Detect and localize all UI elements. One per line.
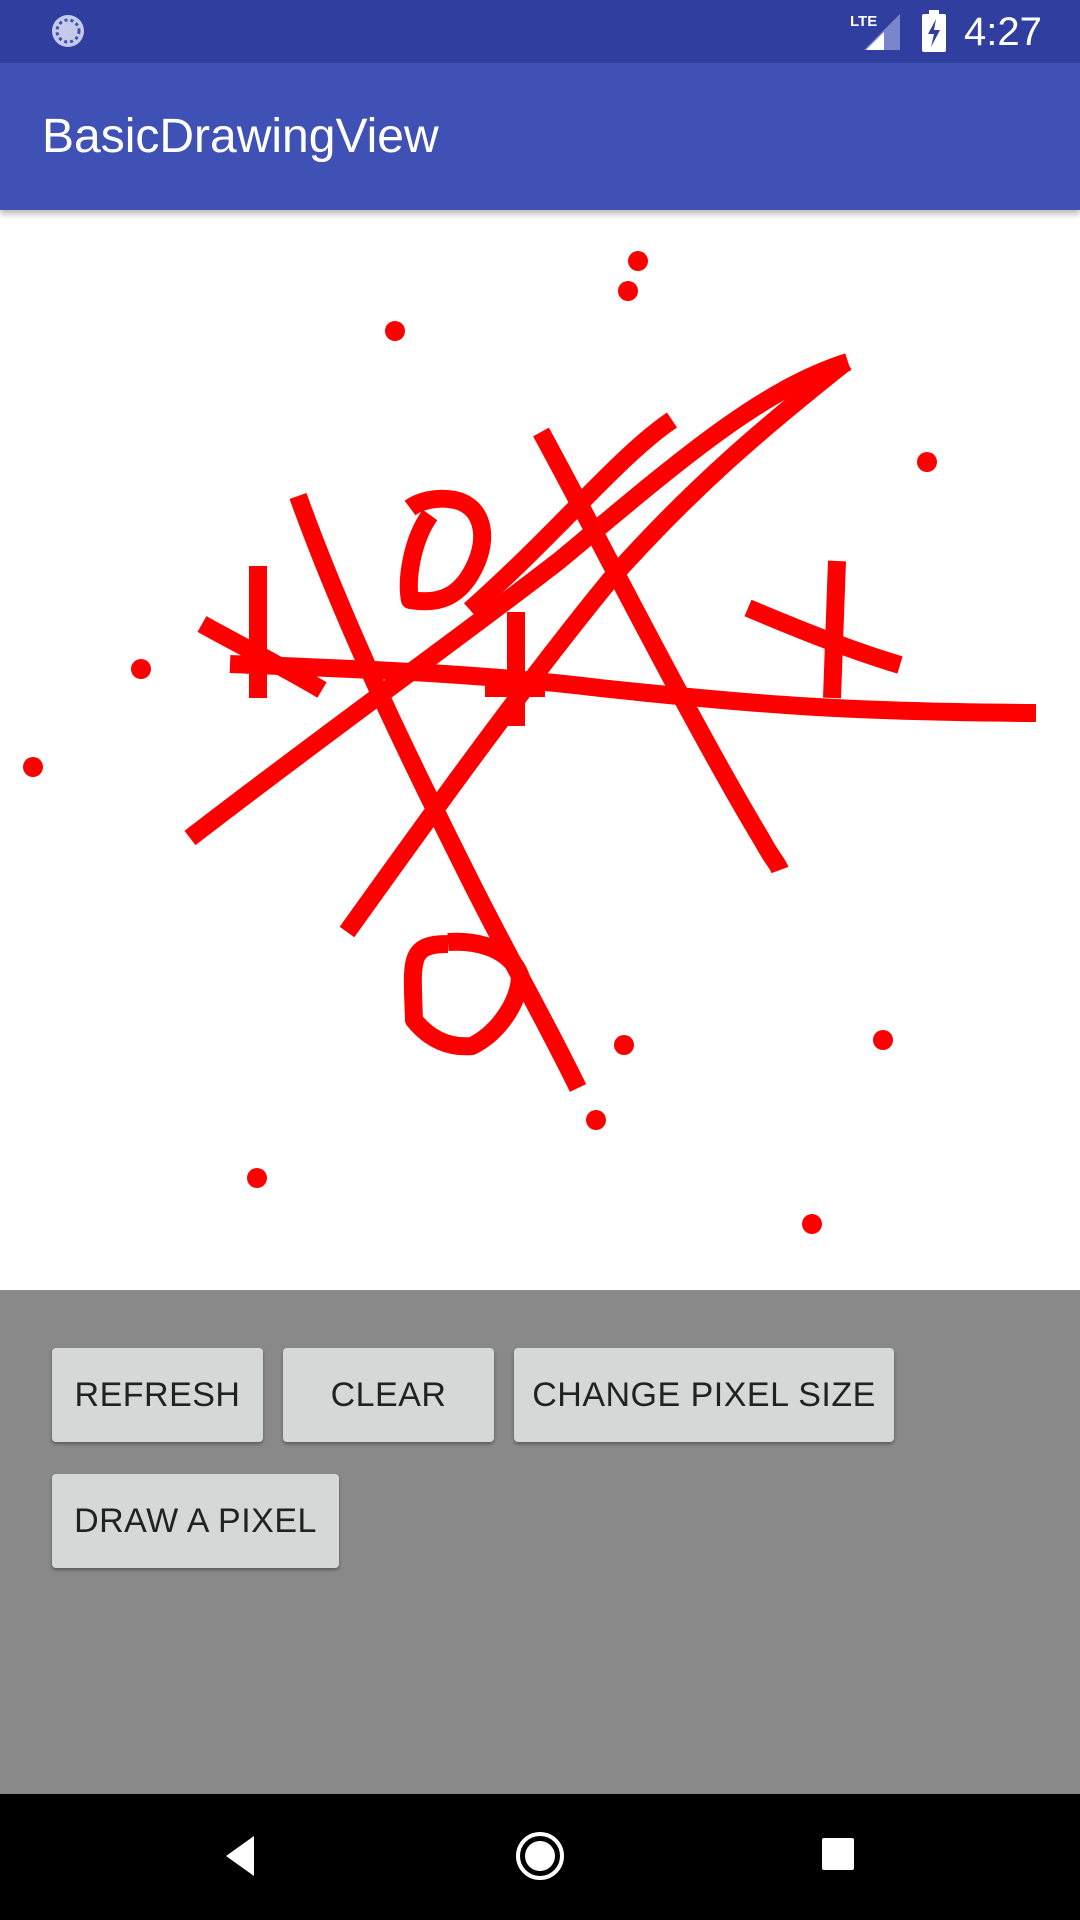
stroke-hook-top [464,412,678,617]
app-title: BasicDrawingView [42,110,439,163]
draw-a-pixel-button[interactable]: DRAW A PIXEL [52,1474,339,1568]
drawn-strokes [184,353,1037,1092]
stroke-cross-right-vertical [823,560,846,699]
dot [802,1214,822,1234]
dot [586,1110,606,1130]
home-icon[interactable] [514,1830,566,1882]
controls-panel: REFRESH CLEAR CHANGE PIXEL SIZE DRAW A P… [0,1290,1080,1794]
stroke-cross-right [744,599,903,674]
dot [385,321,405,341]
navigation-bar [0,1794,1080,1920]
clear-button[interactable]: CLEAR [283,1348,494,1442]
drawing-canvas[interactable] [0,210,1080,1290]
dot [618,281,638,301]
status-clock: 4:27 [964,10,1042,54]
screen: LTE 4:27 BasicDrawingView REFRESH CLEAR … [0,0,1080,1920]
stroke-steep-2 [533,427,789,874]
refresh-button[interactable]: REFRESH [52,1348,263,1442]
dot [873,1030,893,1050]
app-bar: BasicDrawingView [0,63,1080,210]
battery-charging-icon [922,10,946,52]
drawing-surface [23,251,1037,1234]
status-bar: LTE 4:27 [0,0,1080,63]
sync-icon [52,15,84,47]
svg-text:LTE: LTE [850,13,877,30]
lte-signal-icon: LTE [850,13,900,50]
stroke-loop-top [399,489,492,611]
change-pixel-size-button[interactable]: CHANGE PIXEL SIZE [514,1348,894,1442]
dot [917,452,937,472]
dot [247,1168,267,1188]
dot [628,251,648,271]
recents-icon[interactable] [822,1838,854,1870]
dot [614,1035,634,1055]
dot [23,757,43,777]
back-icon[interactable] [222,1834,258,1878]
stroke-loop-bottom [403,932,529,1056]
dot [131,659,151,679]
